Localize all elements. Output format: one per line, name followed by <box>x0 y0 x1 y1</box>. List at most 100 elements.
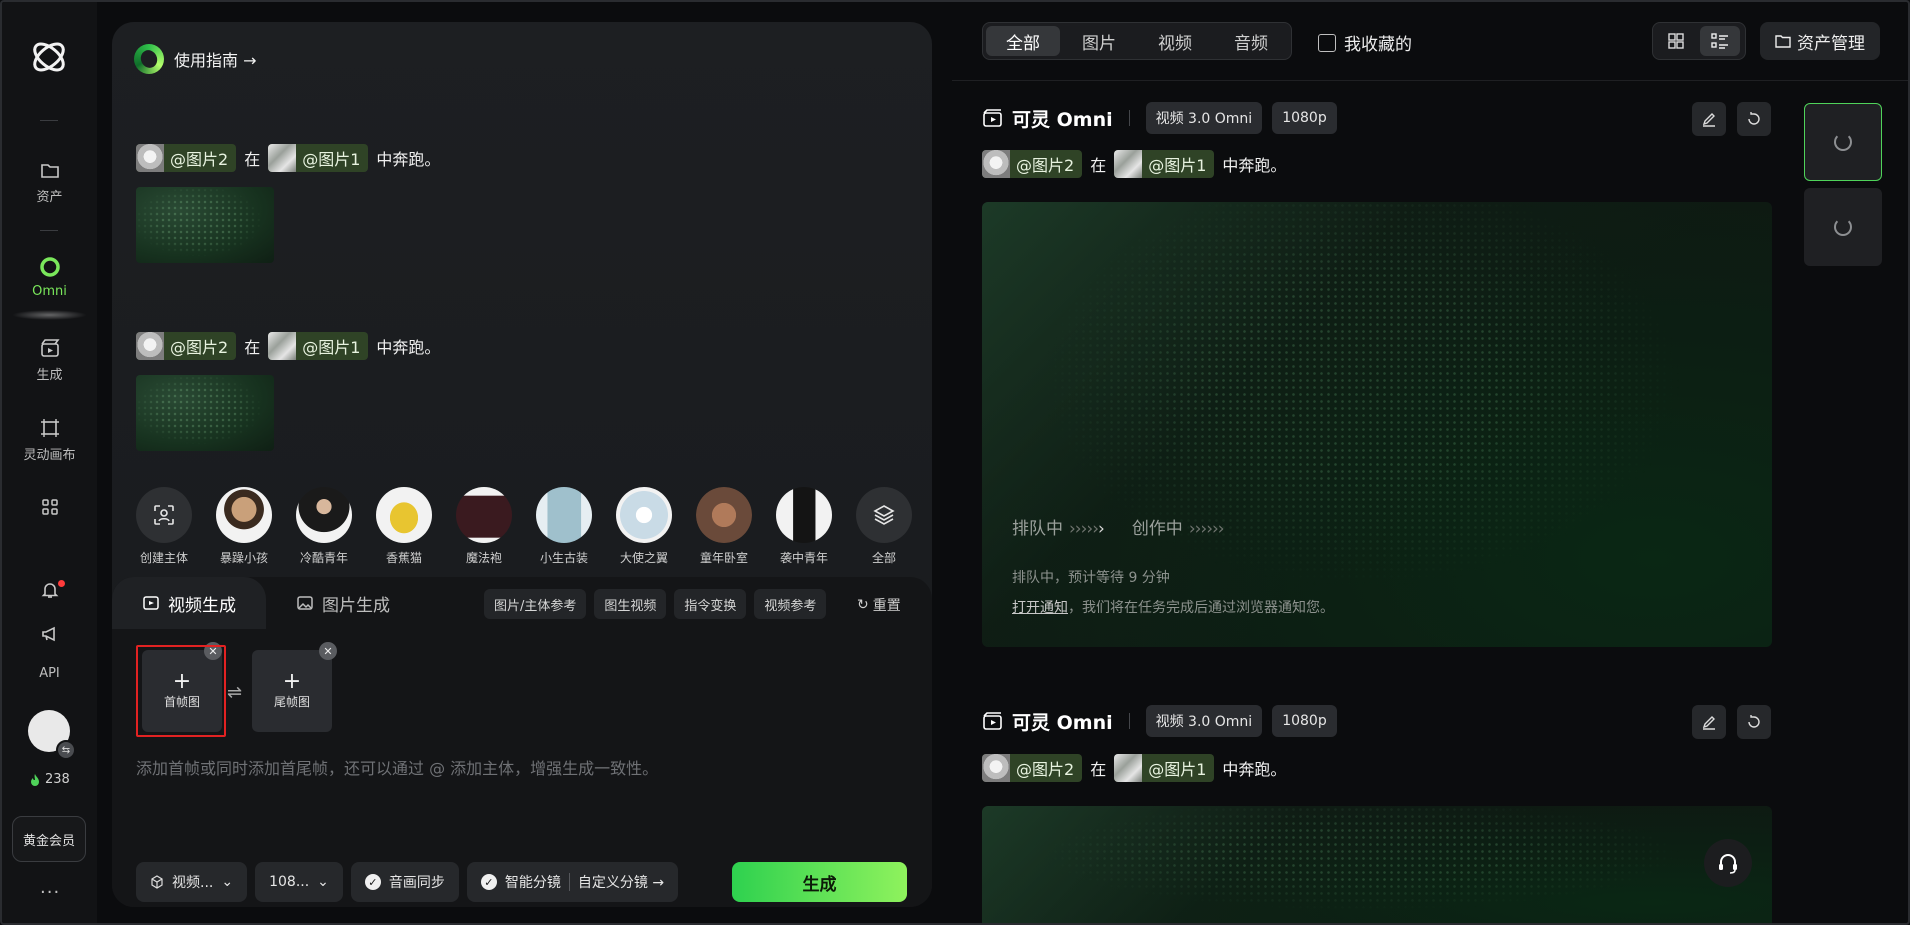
credits-value: 238 <box>45 772 70 787</box>
history-prompt[interactable]: @图片2 在 @图片1 中奔跑。 <box>136 332 440 360</box>
guide-link[interactable]: 使用指南 → <box>134 44 257 74</box>
subject-item[interactable]: 小生古装 <box>536 487 592 566</box>
plus-icon: + <box>282 668 302 694</box>
tab-image-generation[interactable]: 图片生成 <box>266 577 420 629</box>
rail-item-canvas[interactable]: 灵动画布 <box>2 418 97 463</box>
model-tag: 视频 3.0 Omni <box>1145 102 1263 134</box>
image-ref-chip[interactable]: @图片1 <box>268 144 369 172</box>
subject-all[interactable]: 全部 <box>856 487 912 566</box>
cube-icon <box>151 875 163 889</box>
mode-instruction-transform[interactable]: 指令变换 <box>674 589 747 619</box>
swap-icon[interactable]: ⇌ <box>227 682 242 703</box>
audio-sync-label: 音画同步 <box>388 875 445 891</box>
status-creating: 创作中 ›››››› <box>1131 519 1225 539</box>
resolution-tag: 1080p <box>1272 705 1337 737</box>
subject-item[interactable]: 暴躁小孩 <box>216 487 272 566</box>
rail-divider <box>40 120 58 121</box>
image-ref-chip[interactable]: @图片1 <box>1114 754 1215 782</box>
rail-item-notifications[interactable] <box>2 580 97 606</box>
video-preview[interactable]: 排队中 ›››››› 创作中 ›››››› 排队中，预计等待 9 分钟 打开通知，我… <box>982 202 1772 647</box>
rail-item-label: 资产 <box>36 190 63 205</box>
mode-video-reference[interactable]: 视频参考 <box>754 589 827 619</box>
shot-options[interactable]: ✓ 智能分镜 自定义分镜 → <box>466 862 679 902</box>
membership-button[interactable]: 黄金会员 <box>12 816 86 862</box>
history-prompt[interactable]: @图片2 在 @图片1 中奔跑。 <box>136 144 440 172</box>
audio-sync-toggle[interactable]: ✓ 音画同步 <box>350 862 459 902</box>
resolution-value: 108... <box>269 874 310 890</box>
credits-display[interactable]: 238 <box>29 772 70 787</box>
subject-create[interactable]: 创建主体 <box>136 487 192 566</box>
edit-icon[interactable] <box>1692 102 1726 136</box>
chip-label: @图片2 <box>170 338 229 357</box>
folder-icon <box>40 164 59 178</box>
prompt-input-placeholder[interactable]: 添加首帧或同时添加首尾帧，还可以通过 @ 添加主体，增强生成一致性。 <box>136 755 658 779</box>
mode-image-subject-ref[interactable]: 图片/主体参考 <box>484 589 587 619</box>
topbar-divider <box>952 80 1908 81</box>
rail-item-generate[interactable]: 生成 <box>2 338 97 383</box>
prompt-text: 中奔跑。 <box>1222 156 1287 175</box>
subject-item[interactable]: 魔法袍 <box>456 487 512 566</box>
folder-icon <box>1775 35 1791 48</box>
rail-item-more-apps[interactable] <box>2 498 97 522</box>
result-thumbnail[interactable] <box>136 375 274 451</box>
app-window: 资产 Omni 生成 灵动画布 API ⇆ 238 黄金会员 ··· 使用指南 … <box>0 0 1910 925</box>
create-subject-icon <box>136 487 192 543</box>
more-menu-icon[interactable]: ··· <box>40 882 60 903</box>
edit-icon[interactable] <box>1692 705 1726 739</box>
video-preview[interactable] <box>982 806 1772 923</box>
creation-panel: 使用指南 → @图片2 在 @图片1 中奔跑。 @图片2 在 @图片1 中奔跑。… <box>112 22 932 907</box>
custom-shot-link[interactable]: 自定义分镜 → <box>578 872 664 892</box>
mode-image-to-video[interactable]: 图生视频 <box>594 589 667 619</box>
resolution-select[interactable]: 108... ⌄ <box>255 862 343 902</box>
filter-images[interactable]: 图片 <box>1062 26 1136 56</box>
grid-view-icon[interactable] <box>1656 26 1696 56</box>
cat-thumbnail <box>136 144 164 172</box>
regenerate-icon[interactable] <box>1737 102 1771 136</box>
list-view-icon[interactable] <box>1700 26 1740 56</box>
omni-logo-icon <box>134 44 164 74</box>
filter-all[interactable]: 全部 <box>986 26 1060 56</box>
subject-item[interactable]: 童年卧室 <box>696 487 752 566</box>
filter-videos[interactable]: 视频 <box>1138 26 1212 56</box>
subject-item[interactable]: 袭中青年 <box>776 487 832 566</box>
subject-item[interactable]: 冷酷青年 <box>296 487 352 566</box>
image-ref-chip[interactable]: @图片1 <box>268 332 369 360</box>
tab-video-generation[interactable]: 视频生成 <box>112 577 266 629</box>
card-prompt[interactable]: @图片2 在 @图片1 中奔跑。 <box>982 150 1286 178</box>
rail-item-omni[interactable]: Omni <box>2 256 97 320</box>
subject-label: 暴躁小孩 <box>219 551 268 565</box>
app-logo-icon[interactable] <box>26 34 72 80</box>
regenerate-icon[interactable] <box>1737 705 1771 739</box>
result-thumbnail[interactable] <box>136 187 274 263</box>
generate-button[interactable]: 生成 <box>732 862 907 902</box>
subject-item[interactable]: 大使之翼 <box>616 487 672 566</box>
subject-item[interactable]: 香蕉猫 <box>376 487 432 566</box>
reset-button[interactable]: ↻ 重置 <box>857 595 901 615</box>
image-ref-chip[interactable]: @图片1 <box>1114 150 1215 178</box>
favorites-checkbox[interactable]: 我收藏的 <box>1318 30 1412 55</box>
subject-label: 童年卧室 <box>699 551 748 565</box>
image-ref-chip[interactable]: @图片2 <box>136 144 237 172</box>
status-queued: 排队中 ›››››› <box>1012 519 1105 539</box>
asset-manager-button[interactable]: 资产管理 <box>1760 22 1880 60</box>
headset-support-icon[interactable] <box>1704 839 1752 887</box>
image-ref-chip[interactable]: @图片2 <box>982 150 1083 178</box>
card-prompt[interactable]: @图片2 在 @图片1 中奔跑。 <box>982 754 1286 782</box>
image-ref-chip[interactable]: @图片2 <box>136 332 237 360</box>
task-thumbnail[interactable] <box>1804 188 1882 266</box>
results-topbar: 全部 图片 视频 音频 我收藏的 资产管理 <box>982 22 1897 62</box>
prompt-text: 中奔跑。 <box>1222 760 1287 779</box>
subject-avatar <box>216 487 272 543</box>
model-select[interactable]: 视频... ⌄ <box>136 862 248 902</box>
smart-shot-label[interactable]: 智能分镜 <box>505 872 561 892</box>
rail-item-api[interactable]: API <box>2 666 97 681</box>
image-ref-chip[interactable]: @图片2 <box>982 754 1083 782</box>
last-frame-close-icon[interactable]: ✕ <box>319 642 337 660</box>
open-notification-link[interactable]: 打开通知 <box>1012 600 1068 616</box>
rail-item-announcements[interactable] <box>2 624 97 650</box>
last-frame-upload[interactable]: + 尾帧图 <box>252 650 332 732</box>
switch-account-icon[interactable]: ⇆ <box>56 740 76 760</box>
filter-audio[interactable]: 音频 <box>1214 26 1288 56</box>
task-thumbnail[interactable] <box>1804 103 1882 181</box>
rail-item-assets[interactable]: 资产 <box>2 162 97 205</box>
